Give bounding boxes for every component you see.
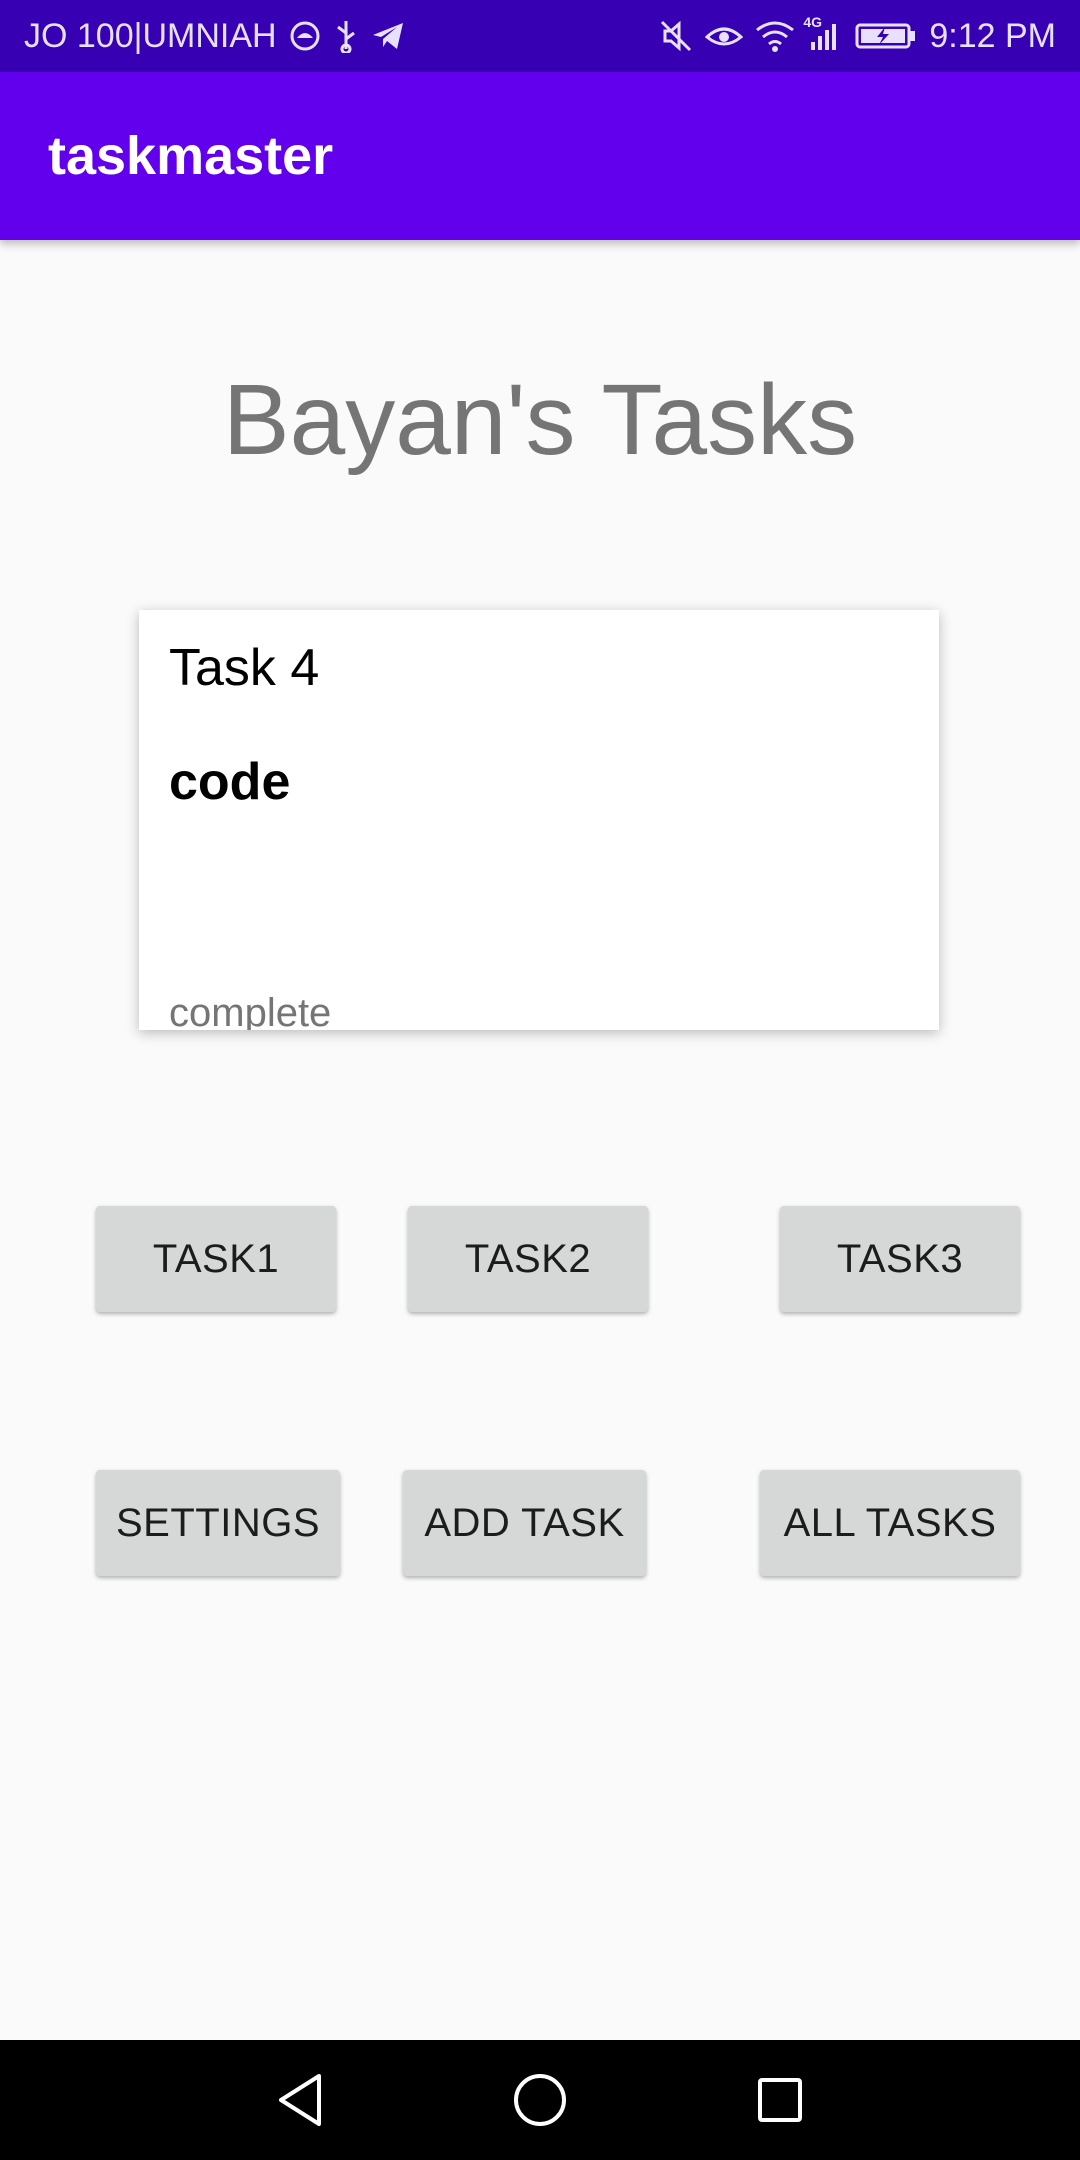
clock: 9:12 PM xyxy=(929,16,1056,55)
battery-charging-icon xyxy=(855,21,917,51)
task1-button[interactable]: TASK1 xyxy=(96,1206,336,1312)
status-left: JO 100|UMNIAH xyxy=(24,17,405,56)
eye-comfort-icon xyxy=(705,21,744,51)
add-task-button[interactable]: ADD TASK xyxy=(403,1470,646,1576)
recents-icon[interactable] xyxy=(710,2040,850,2160)
page-heading: Bayan's Tasks xyxy=(222,364,858,476)
all-tasks-button[interactable]: ALL TASKS xyxy=(760,1470,1020,1576)
app-bar: taskmaster xyxy=(0,72,1080,240)
signal-icon: 4G xyxy=(803,14,843,52)
task3-button[interactable]: TASK3 xyxy=(780,1206,1020,1312)
app-title: taskmaster xyxy=(48,126,334,186)
wifi-icon xyxy=(755,20,795,52)
task-title: Task 4 xyxy=(169,639,320,697)
back-icon[interactable] xyxy=(230,2040,370,2160)
usb-icon xyxy=(333,19,359,53)
status-right: 4G 9:12 PM xyxy=(659,14,1056,56)
task-state: complete xyxy=(169,991,332,1030)
task-card[interactable]: Task 4 code complete xyxy=(139,610,939,1030)
status-bar: JO 100|UMNIAH 4G 9:12 PM xyxy=(0,0,1080,72)
task-body: code xyxy=(169,753,291,811)
mute-icon xyxy=(659,19,693,53)
task2-button[interactable]: TASK2 xyxy=(408,1206,648,1312)
telegram-icon xyxy=(371,21,405,51)
home-icon[interactable] xyxy=(470,2040,610,2160)
carrier-name: JO 100|UMNIAH xyxy=(24,16,277,55)
navigation-bar xyxy=(0,2040,1080,2160)
network-type-label: 4G xyxy=(803,14,823,30)
settings-button[interactable]: SETTINGS xyxy=(96,1470,340,1576)
sync-icon xyxy=(289,20,321,52)
